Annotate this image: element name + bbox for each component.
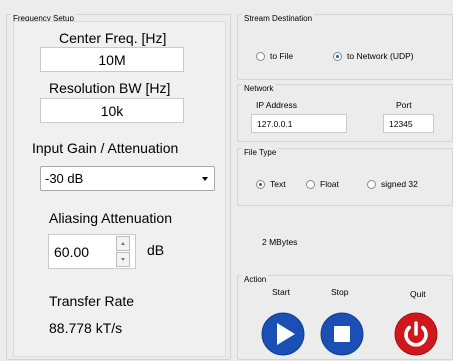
stream-destination-group: Stream Destination [237,14,453,80]
file-type-title: File Type [242,148,279,158]
input-gain-selected-value: -30 dB [45,171,84,186]
input-gain-label: Input Gain / Attenuation [32,140,179,156]
port-label: Port [396,100,412,110]
quit-button[interactable] [394,312,438,356]
stop-icon [320,312,364,356]
action-title: Action [242,275,269,285]
input-gain-select[interactable]: -30 dB [40,166,215,191]
stream-option-file-label: to File [270,51,294,61]
chevron-down-icon [202,177,208,181]
file-type-signed32[interactable]: signed 32 [367,179,418,189]
start-label: Start [272,287,290,297]
stream-option-file[interactable]: to File [256,51,293,61]
chevron-up-icon [121,242,125,245]
network-title: Network [242,84,276,94]
aliasing-spin-up[interactable] [116,236,130,251]
center-freq-label: Center Freq. [Hz] [59,30,167,46]
file-type-text-label: Text [270,179,286,189]
size-readout: 2 MBytes [262,237,298,247]
center-freq-input[interactable]: 10M [40,47,184,72]
aliasing-label: Aliasing Attenuation [49,210,172,226]
radio-button-selected[interactable] [256,179,265,189]
power-icon [394,312,438,356]
network-group: Network [237,84,453,142]
stream-option-network-label: to Network (UDP) [347,51,414,61]
play-icon [261,312,305,356]
file-type-group: File Type [237,148,453,206]
stream-destination-title: Stream Destination [242,14,315,24]
file-type-text[interactable]: Text [256,179,286,189]
ip-address-input[interactable]: 127.0.0.1 [251,114,347,133]
file-type-float-label: Float [320,179,339,189]
file-type-float[interactable]: Float [306,179,339,189]
transfer-rate-value: 88.778 kT/s [49,320,123,336]
chevron-down-icon [121,258,125,261]
stop-label: Stop [331,287,349,297]
radio-button-selected[interactable] [333,51,342,61]
file-type-signed32-label: signed 32 [381,179,418,189]
stream-option-network[interactable]: to Network (UDP) [333,51,414,61]
resolution-bw-label: Resolution BW [Hz] [49,80,171,96]
quit-label: Quit [410,289,426,299]
transfer-rate-label: Transfer Rate [49,293,135,309]
aliasing-spin-down[interactable] [116,252,130,267]
port-input[interactable]: 12345 [383,114,434,133]
radio-button[interactable] [256,51,265,61]
aliasing-unit: dB [147,242,165,258]
resolution-bw-input[interactable]: 10k [40,98,184,123]
start-button[interactable] [261,312,305,356]
radio-button[interactable] [367,179,376,189]
ip-address-label: IP Address [256,100,297,110]
stop-button[interactable] [320,312,364,356]
radio-button[interactable] [306,179,315,189]
